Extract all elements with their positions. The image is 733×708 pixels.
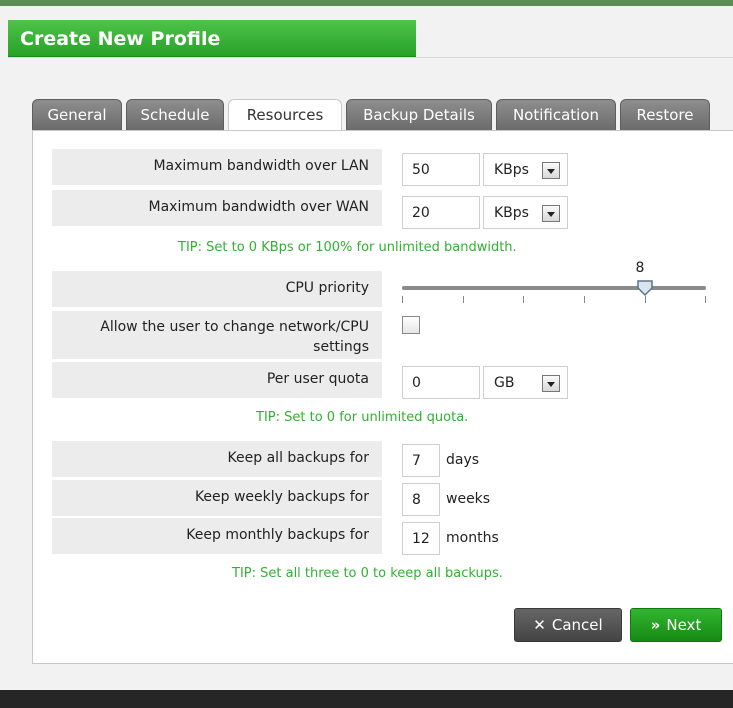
quota-input[interactable]: 0 bbox=[402, 366, 480, 399]
cpu-priority-slider[interactable] bbox=[402, 286, 706, 290]
keep-all-label: Keep all backups for bbox=[52, 441, 382, 477]
lan-bandwidth-label: Maximum bandwidth over LAN bbox=[52, 149, 382, 185]
next-button[interactable]: » Next bbox=[630, 608, 722, 642]
slider-thumb[interactable] bbox=[636, 279, 654, 297]
close-icon: ✕ bbox=[533, 616, 546, 634]
keep-monthly-unit: months bbox=[446, 530, 499, 546]
tab-schedule[interactable]: Schedule bbox=[126, 99, 224, 131]
allow-change-checkbox[interactable] bbox=[402, 316, 420, 334]
bandwidth-tip: TIP: Set to 0 KBps or 100% for unlimited… bbox=[178, 240, 517, 255]
tab-backup-details[interactable]: Backup Details bbox=[346, 99, 492, 131]
keep-weekly-input[interactable]: 8 bbox=[402, 483, 440, 516]
allow-change-label: Allow the user to change network/CPU set… bbox=[52, 311, 382, 359]
lan-bandwidth-input[interactable]: 50 bbox=[402, 153, 480, 186]
allow-change-label-line1: Allow the user to change network/CPU bbox=[100, 319, 369, 335]
wan-bandwidth-label: Maximum bandwidth over WAN bbox=[52, 190, 382, 226]
tab-restore[interactable]: Restore bbox=[620, 99, 710, 131]
double-chevron-right-icon: » bbox=[650, 616, 661, 634]
lan-unit-select[interactable]: KBps bbox=[483, 153, 568, 186]
wan-unit-value: KBps bbox=[494, 205, 529, 221]
keep-weekly-unit: weeks bbox=[446, 491, 491, 507]
chevron-down-icon[interactable] bbox=[542, 205, 560, 222]
cancel-button-label: Cancel bbox=[551, 616, 603, 634]
chevron-down-icon[interactable] bbox=[542, 162, 560, 179]
tab-resources[interactable]: Resources bbox=[228, 99, 342, 132]
cpu-priority-value: 8 bbox=[635, 260, 645, 276]
quota-tip: TIP: Set to 0 for unlimited quota. bbox=[256, 410, 469, 425]
quota-unit-value: GB bbox=[494, 375, 515, 391]
title-divider bbox=[8, 57, 733, 58]
chevron-down-icon[interactable] bbox=[542, 375, 560, 392]
keep-all-input[interactable]: 7 bbox=[402, 444, 440, 477]
page-title: Create New Profile bbox=[8, 20, 416, 58]
keep-monthly-label: Keep monthly backups for bbox=[52, 518, 382, 554]
slider-tick bbox=[402, 296, 403, 303]
allow-change-label-line2: settings bbox=[313, 339, 369, 355]
quota-label: Per user quota bbox=[52, 362, 382, 398]
wan-unit-select[interactable]: KBps bbox=[483, 196, 568, 229]
next-button-label: Next bbox=[666, 616, 702, 634]
keep-monthly-input[interactable]: 12 bbox=[402, 522, 440, 555]
slider-tick bbox=[645, 296, 646, 303]
quota-unit-select[interactable]: GB bbox=[483, 366, 568, 399]
slider-tick bbox=[705, 296, 706, 303]
tab-general[interactable]: General bbox=[32, 99, 122, 131]
footer-bar bbox=[0, 690, 733, 708]
keep-weekly-label: Keep weekly backups for bbox=[52, 480, 382, 516]
cpu-priority-label: CPU priority bbox=[52, 271, 382, 307]
slider-tick bbox=[523, 296, 524, 303]
lan-unit-value: KBps bbox=[494, 162, 529, 178]
retention-tip: TIP: Set all three to 0 to keep all back… bbox=[232, 566, 503, 581]
tab-notification[interactable]: Notification bbox=[496, 99, 616, 131]
cancel-button[interactable]: ✕ Cancel bbox=[514, 608, 622, 642]
slider-tick bbox=[463, 296, 464, 303]
keep-all-unit: days bbox=[446, 452, 480, 468]
wan-bandwidth-input[interactable]: 20 bbox=[402, 196, 480, 229]
top-strip bbox=[0, 0, 733, 6]
slider-tick bbox=[584, 296, 585, 303]
